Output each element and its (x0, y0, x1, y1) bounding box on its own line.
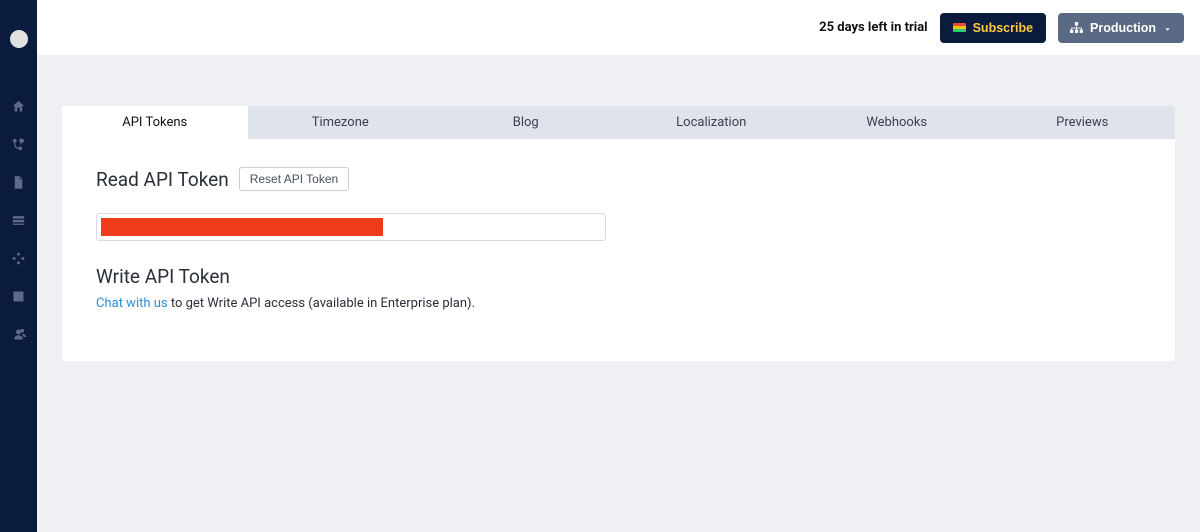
users-icon[interactable] (11, 326, 27, 342)
chevron-down-icon (1163, 23, 1172, 32)
avatar[interactable] (10, 30, 28, 48)
tab-localization[interactable]: Localization (619, 106, 805, 139)
tab-timezone[interactable]: Timezone (248, 106, 434, 139)
sidebar-nav (0, 0, 37, 532)
settings-panel: API Tokens Timezone Blog Localization We… (62, 106, 1175, 361)
home-icon[interactable] (11, 98, 27, 114)
topbar: 25 days left in trial Subscribe Producti… (37, 0, 1200, 55)
chat-with-us-link[interactable]: Chat with us (96, 296, 168, 311)
main-area: 25 days left in trial Subscribe Producti… (37, 0, 1200, 532)
hierarchy-icon (1070, 22, 1083, 33)
document-icon[interactable] (11, 174, 27, 190)
environment-label: Production (1090, 21, 1156, 35)
image-icon[interactable] (11, 288, 27, 304)
panel-body: Read API Token Reset API Token Write API… (62, 139, 1175, 361)
trial-days-text: 25 days left in trial (819, 20, 927, 35)
redacted-token-value (101, 218, 383, 236)
tab-blog[interactable]: Blog (433, 106, 619, 139)
subscribe-label: Subscribe (973, 21, 1033, 35)
content-wrap: API Tokens Timezone Blog Localization We… (37, 55, 1200, 532)
write-token-rest-text: to get Write API access (available in En… (168, 296, 475, 311)
tabs-bar: API Tokens Timezone Blog Localization We… (62, 106, 1175, 139)
write-token-heading: Write API Token (96, 265, 1141, 288)
branch-icon[interactable] (11, 136, 27, 152)
write-token-description: Chat with us to get Write API access (av… (96, 296, 1141, 311)
environment-select[interactable]: Production (1058, 13, 1184, 43)
subscribe-button[interactable]: Subscribe (940, 13, 1046, 43)
reset-api-token-button[interactable]: Reset API Token (239, 167, 350, 191)
read-token-field[interactable] (96, 213, 606, 241)
modules-icon[interactable] (11, 250, 27, 266)
tab-api-tokens[interactable]: API Tokens (62, 106, 248, 139)
read-token-header-row: Read API Token Reset API Token (96, 167, 1141, 191)
grid-icon[interactable] (11, 212, 27, 228)
tab-previews[interactable]: Previews (990, 106, 1176, 139)
read-token-heading: Read API Token (96, 168, 229, 191)
credit-card-icon (953, 23, 966, 32)
tab-webhooks[interactable]: Webhooks (804, 106, 990, 139)
